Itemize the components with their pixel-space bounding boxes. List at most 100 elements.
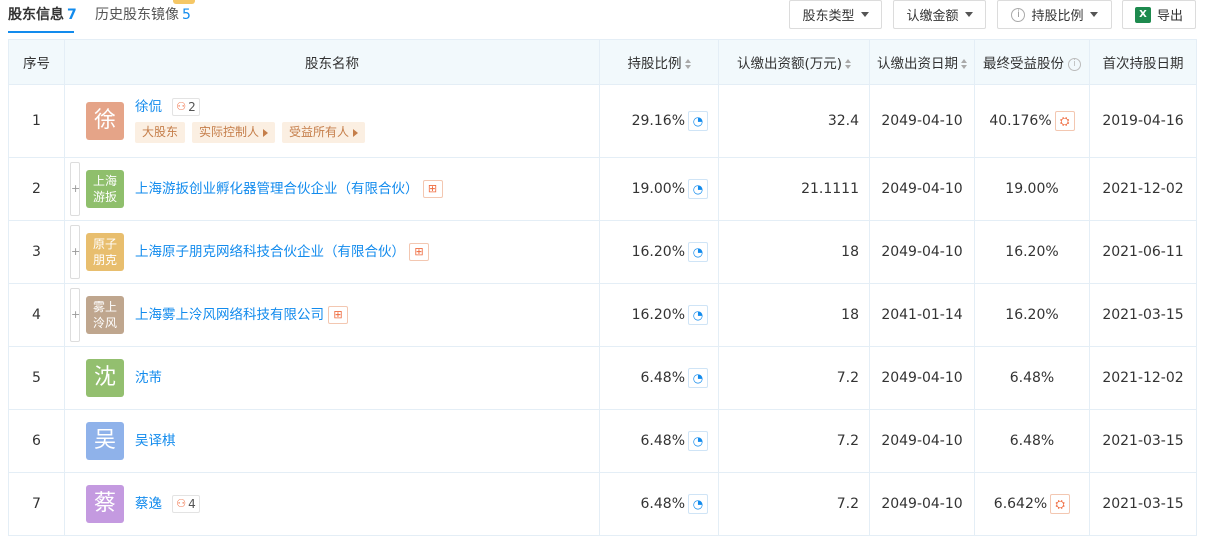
capital-cell: 18: [718, 220, 870, 284]
date-cell: 2049-04-10: [869, 220, 975, 284]
ratio-cell: 29.16% ◔: [599, 84, 719, 158]
tag-actual-controller[interactable]: 实际控制人: [192, 122, 276, 143]
avatar: 蔡: [86, 485, 124, 523]
capital-cell: 7.2: [718, 409, 870, 473]
ratio-cell: 6.48% ◔: [599, 346, 719, 410]
column-header-capital[interactable]: 认缴出资额(万元): [718, 39, 870, 85]
avatar: 上海 游扳: [86, 170, 124, 208]
date-cell: 2049-04-10: [869, 346, 975, 410]
first-date-cell: 2021-06-11: [1089, 220, 1197, 284]
shareholder-name[interactable]: 上海游扳创业孵化器管理合伙企业（有限合伙） ⊞: [135, 179, 443, 199]
help-icon[interactable]: i: [1068, 57, 1081, 71]
active-tab-indicator: [8, 31, 74, 33]
chevron-down-icon: [860, 12, 869, 17]
shareholder-name[interactable]: 上海雾上泠风网络科技有限公司 ⊞: [135, 305, 348, 325]
pie-chart-icon[interactable]: ◔: [688, 111, 708, 131]
first-date-cell: 2019-04-16: [1089, 84, 1197, 158]
new-flag-icon: [173, 0, 195, 4]
capital-cell: 32.4: [718, 84, 870, 158]
beneficial-cell: 6.48%: [974, 409, 1090, 473]
shareholder-name[interactable]: 沈芾: [135, 368, 162, 388]
tab-shareholder-info[interactable]: 股东信息 7: [8, 5, 77, 25]
shareholder-tags: 大股东 实际控制人 受益所有人: [135, 122, 366, 143]
pie-chart-icon[interactable]: ◔: [688, 242, 708, 262]
tab-label: 历史股东镜像: [95, 7, 179, 23]
ratio-cell: 16.20% ◔: [599, 283, 719, 347]
dropdown-label: 股东类型: [802, 9, 855, 24]
beneficial-cell: 16.20%: [974, 220, 1090, 284]
table-row: 7 蔡 蔡逸 ⚇ 4 6.48% ◔ 7.2 2049-04-10 6.642% ⛭ …: [8, 472, 1197, 536]
sort-icon[interactable]: [845, 59, 852, 69]
caret-right-icon: [353, 128, 359, 137]
tab-count: 7: [67, 7, 77, 23]
row-index: 3: [8, 220, 65, 284]
pie-chart-icon[interactable]: ◔: [688, 179, 708, 199]
ratio-cell: 16.20% ◔: [599, 220, 719, 284]
sort-icon[interactable]: [684, 59, 691, 69]
sort-icon[interactable]: [961, 59, 967, 69]
table-row: 3 + 原子 朋克 上海原子朋克网络科技合伙企业（有限合伙） ⊞ 16.20% ◔ 1…: [8, 220, 1197, 284]
row-index: 7: [8, 472, 65, 536]
shareholder-name-cell: + 上海 游扳 上海游扳创业孵化器管理合伙企业（有限合伙） ⊞: [64, 157, 600, 221]
shareholder-name[interactable]: 吴译棋: [135, 431, 176, 451]
tag-major-shareholder: 大股东: [135, 122, 186, 143]
row-index: 5: [8, 346, 65, 410]
date-cell: 2049-04-10: [869, 409, 975, 473]
dropdown-label: 认缴金额: [906, 9, 959, 24]
beneficial-cell: 6.48%: [974, 346, 1090, 410]
table-row: 5 沈 沈芾 6.48% ◔ 7.2 2049-04-10 6.48% 2021-…: [8, 346, 1197, 410]
pie-chart-icon[interactable]: ◔: [688, 494, 708, 514]
beneficial-cell: 19.00%: [974, 157, 1090, 221]
excel-icon: X: [1134, 6, 1151, 23]
tag-beneficial-owner[interactable]: 受益所有人: [282, 122, 366, 143]
share-penetration-icon[interactable]: ⛭: [1050, 494, 1071, 514]
equity-structure-icon[interactable]: ⊞: [422, 180, 443, 198]
top-bar: 股东信息 7 历史股东镜像 5 股东类型 认缴金额 i 持股比例 X 导出: [0, 0, 1215, 36]
subscribed-amount-dropdown[interactable]: 认缴金额: [893, 0, 986, 29]
chevron-down-icon: [964, 12, 973, 17]
column-header-date[interactable]: 认缴出资日期: [869, 39, 975, 85]
column-header-index: 序号: [8, 39, 65, 85]
tab-history-shareholders[interactable]: 历史股东镜像 5: [95, 5, 191, 25]
equity-structure-icon[interactable]: ⊞: [409, 243, 429, 261]
pie-chart-icon[interactable]: ◔: [688, 431, 708, 451]
tab-label: 股东信息: [8, 7, 64, 23]
beneficial-cell: 6.642% ⛭: [974, 472, 1090, 536]
column-header-ratio[interactable]: 持股比例: [599, 39, 719, 85]
date-cell: 2049-04-10: [869, 84, 975, 158]
capital-cell: 7.2: [718, 472, 870, 536]
avatar: 雾上 泠风: [86, 296, 124, 334]
expand-button[interactable]: +: [70, 225, 80, 279]
relation-graph-icon: ⚇: [176, 100, 187, 113]
equity-structure-icon[interactable]: ⊞: [328, 306, 348, 324]
expand-button[interactable]: +: [70, 288, 80, 342]
pie-chart-icon[interactable]: ◔: [688, 305, 708, 325]
capital-cell: 21.1111: [718, 157, 870, 221]
first-date-cell: 2021-03-15: [1089, 283, 1197, 347]
shareholder-name-cell: 徐 徐侃 ⚇ 2 大股东 实际控制人 受益所有人: [64, 84, 600, 158]
table-header-row: 序号 股东名称 持股比例 认缴出资额(万元) 认缴出资日期 最终受益股份 i 首次…: [8, 39, 1197, 85]
beneficial-cell: 16.20%: [974, 283, 1090, 347]
relation-badge[interactable]: ⚇ 4: [172, 495, 200, 513]
pie-chart-icon[interactable]: ◔: [688, 368, 708, 388]
avatar: 原子 朋克: [86, 233, 124, 271]
share-penetration-icon[interactable]: ⛭: [1054, 111, 1075, 131]
expand-button[interactable]: +: [70, 162, 80, 216]
table-row: 4 + 雾上 泠风 上海雾上泠风网络科技有限公司 ⊞ 16.20% ◔ 18 2041…: [8, 283, 1197, 347]
shareholder-name[interactable]: 徐侃 ⚇ 2: [135, 97, 200, 117]
shareholder-name[interactable]: 蔡逸 ⚇ 4: [135, 494, 200, 514]
holding-ratio-dropdown[interactable]: i 持股比例: [997, 0, 1112, 29]
date-cell: 2049-04-10: [869, 472, 975, 536]
column-header-first-date: 首次持股日期: [1089, 39, 1197, 85]
date-cell: 2049-04-10: [869, 157, 975, 221]
avatar: 徐: [86, 102, 124, 140]
table-row: 2 + 上海 游扳 上海游扳创业孵化器管理合伙企业（有限合伙） ⊞ 19.00% ◔ …: [8, 157, 1197, 221]
export-button[interactable]: X 导出: [1122, 0, 1196, 29]
shareholder-name-cell: 沈 沈芾: [64, 346, 600, 410]
relation-graph-icon: ⚇: [176, 497, 187, 510]
relation-badge[interactable]: ⚇ 2: [172, 98, 200, 116]
capital-cell: 7.2: [718, 346, 870, 410]
shareholder-name[interactable]: 上海原子朋克网络科技合伙企业（有限合伙） ⊞: [135, 242, 429, 262]
shareholder-name-cell: + 雾上 泠风 上海雾上泠风网络科技有限公司 ⊞: [64, 283, 600, 347]
shareholder-type-dropdown[interactable]: 股东类型: [789, 0, 882, 29]
